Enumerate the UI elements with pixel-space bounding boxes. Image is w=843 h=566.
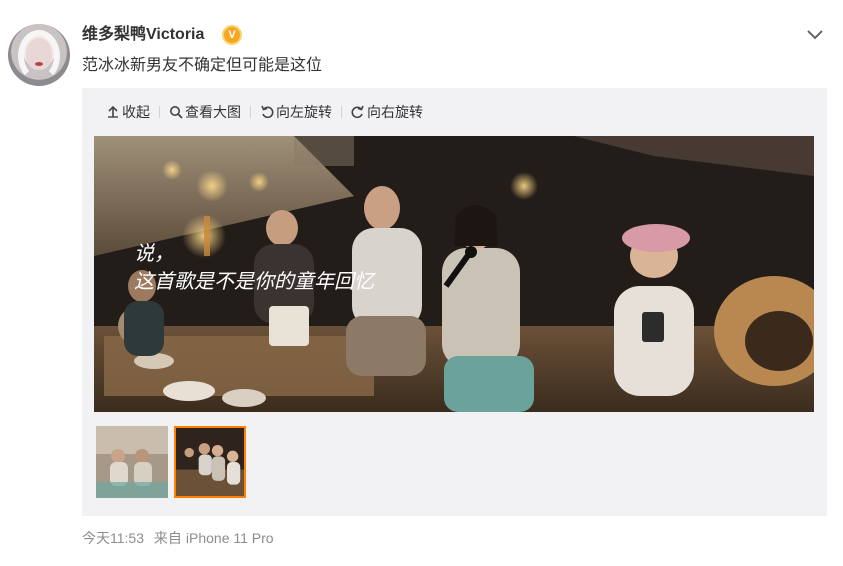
post-meta: 今天11:53 来自 iPhone 11 Pro	[82, 529, 274, 547]
collapse-label: 收起	[122, 104, 150, 120]
image-toolbar: 收起 查看大图 向左旋转 向右旋转	[106, 102, 423, 122]
avatar-lip	[35, 62, 43, 66]
rotate-left-icon	[261, 105, 274, 119]
rotate-right-label: 向右旋转	[367, 104, 423, 120]
post-text: 范冰冰新男友不确定但可能是这位	[82, 57, 323, 74]
media-box: 收起 查看大图 向左旋转 向右旋转 说， 这首歌是不是你的童年回忆	[82, 88, 827, 516]
toolbar-divider	[159, 106, 160, 118]
photo-overlay-line2: 这首歌是不是你的童年回忆	[134, 269, 377, 293]
source-prefix: 来自	[153, 530, 182, 546]
thumbnail-strip	[96, 426, 246, 498]
user-avatar[interactable]	[8, 24, 70, 86]
thumbnail-1-image	[96, 426, 168, 498]
rotate-left-button[interactable]: 向左旋转	[260, 102, 332, 122]
view-large-button[interactable]: 查看大图	[169, 102, 241, 122]
username-link[interactable]: 维多梨鸭Victoria	[82, 24, 204, 46]
thumbnail-2[interactable]	[174, 426, 246, 498]
photo-scene: 说， 这首歌是不是你的童年回忆	[94, 136, 814, 412]
verified-badge-icon: V	[222, 25, 242, 45]
rotate-left-label: 向左旋转	[276, 104, 332, 120]
main-photo[interactable]: 说， 这首歌是不是你的童年回忆	[94, 136, 814, 412]
view-large-label: 查看大图	[185, 104, 241, 120]
toolbar-divider	[341, 106, 342, 118]
collapse-button[interactable]: 收起	[106, 102, 150, 122]
toolbar-divider	[250, 106, 251, 118]
thumbnail-1[interactable]	[96, 426, 168, 498]
chevron-down-icon[interactable]	[806, 26, 824, 42]
rotate-right-button[interactable]: 向右旋转	[351, 102, 423, 122]
thumbnail-2-image	[176, 428, 244, 496]
post-time[interactable]: 今天11:53	[82, 530, 144, 546]
rotate-right-icon	[351, 105, 364, 119]
search-icon	[170, 106, 183, 119]
source-device[interactable]: iPhone 11 Pro	[186, 530, 274, 546]
photo-overlay-line1: 说，	[134, 241, 174, 265]
collapse-up-arrow-icon	[108, 105, 118, 118]
